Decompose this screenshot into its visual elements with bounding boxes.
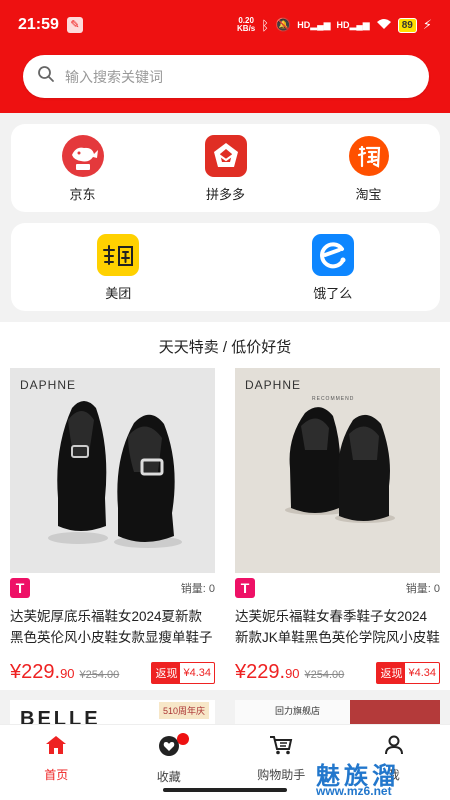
tab-label: 首页	[44, 768, 69, 782]
product-card[interactable]: DAPHNE RECOMMEND T 销量: 0 达芙妮乐福鞋女春季鞋子女202…	[235, 368, 440, 684]
sales-count: 销量: 0	[180, 583, 215, 595]
price-row: ¥229.90 ¥254.00 返现 ¥4.34	[10, 660, 215, 684]
platform-eleme[interactable]: 饿了么	[278, 223, 388, 302]
product-card-peek[interactable]: 回力旗舰店	[235, 700, 440, 724]
platform-label: 拼多多	[205, 187, 245, 202]
brand-subtitle: RECOMMEND	[312, 396, 355, 402]
rebate-badge: 返现 ¥4.34	[376, 662, 440, 684]
search-icon	[37, 65, 55, 88]
search-input[interactable]	[65, 68, 385, 85]
platform-pinduoduo[interactable]: 拼多多	[171, 124, 281, 203]
promo-badge: 510周年庆	[158, 702, 209, 719]
signal-icon-2: HD▂▄▆	[336, 19, 370, 30]
status-time: 21:59	[18, 16, 59, 33]
charging-icon: ⚡	[422, 17, 432, 32]
tmall-icon: T	[235, 578, 255, 598]
tab-home[interactable]: 首页	[0, 725, 113, 800]
watermark-url: www.mz6.net	[316, 784, 392, 798]
brand-logo: BELLE	[20, 708, 101, 724]
product-title[interactable]: 达芙妮乐福鞋女春季鞋子女2024新款JK单鞋黑色英伦学院风小皮鞋女	[235, 606, 440, 648]
brand-logo: DAPHNE	[245, 378, 302, 392]
product-image[interactable]: DAPHNE RECOMMEND	[235, 368, 440, 573]
platform-taobao[interactable]: 淘宝	[314, 124, 424, 203]
original-price: ¥254.00	[79, 669, 120, 681]
eleme-icon	[311, 234, 354, 276]
home-icon	[45, 735, 67, 760]
platform-jd[interactable]: 京东	[28, 124, 138, 203]
original-price: ¥254.00	[304, 669, 345, 681]
cart-icon	[269, 735, 293, 760]
platform-label: 美团	[105, 286, 132, 301]
platform-card-2: 美团 饿了么	[11, 223, 440, 311]
sales-count: 销量: 0	[405, 583, 440, 595]
home-indicator[interactable]	[163, 788, 287, 792]
signal-icon: HD▂▄▆	[297, 19, 331, 30]
mute-icon: 🔕	[275, 17, 292, 32]
tab-label: 购物助手	[257, 768, 306, 782]
product-image	[350, 700, 440, 724]
meituan-icon	[97, 234, 140, 276]
notification-dot	[176, 733, 189, 745]
taobao-icon	[348, 135, 390, 177]
rebate-badge: 返现 ¥4.34	[151, 662, 215, 684]
platform-label: 饿了么	[313, 286, 353, 301]
bluetooth-icon: ᛒ	[261, 17, 270, 33]
brand-logo: DAPHNE	[20, 378, 77, 392]
product-image[interactable]: DAPHNE	[10, 368, 215, 573]
pinduoduo-icon	[204, 135, 247, 177]
platform-label: 京东	[69, 187, 96, 202]
shoe-image	[48, 401, 182, 548]
status-icons: 0.20 KB/s ᛒ 🔕 HD▂▄▆ HD▂▄▆ 89 ⚡	[237, 17, 432, 33]
product-title[interactable]: 达芙妮厚底乐福鞋女2024夏新款黑色英伦风小皮鞋女款显瘦单鞋子女	[10, 606, 215, 648]
product-card-peek[interactable]: BELLE 510周年庆	[10, 700, 215, 724]
price: ¥229.90	[235, 661, 300, 683]
status-bar: 21:59 ✎ 0.20 KB/s ᛒ 🔕 HD▂▄▆ HD▂▄▆ 89 ⚡	[0, 0, 450, 50]
platform-meituan[interactable]: 美团	[63, 223, 173, 302]
product-meta: T 销量: 0	[10, 578, 215, 598]
tmall-icon: T	[10, 578, 30, 598]
section-title: 天天特卖 / 低价好货	[158, 339, 292, 356]
product-card[interactable]: DAPHNE T 销量: 0 达芙妮厚底乐福鞋女2024夏新款黑色英伦风小皮鞋女…	[10, 368, 215, 684]
product-meta: T 销量: 0	[235, 578, 440, 598]
price-row: ¥229.90 ¥254.00 返现 ¥4.34	[235, 660, 440, 684]
tab-label: 收藏	[156, 770, 181, 784]
deals-section: 天天特卖 / 低价好货 DAPHNE T 销量: 0 达芙妮厚底乐福鞋女2024…	[0, 322, 450, 690]
platform-card-1: 京东 拼多多 淘宝	[11, 124, 440, 212]
jd-icon	[61, 135, 104, 177]
net-speed: 0.20 KB/s	[237, 16, 256, 33]
store-label: 回力旗舰店	[275, 706, 321, 716]
wifi-icon	[376, 18, 392, 33]
battery-icon: 89	[397, 17, 417, 33]
price: ¥229.90	[10, 661, 75, 683]
search-bar[interactable]	[23, 55, 429, 98]
platform-label: 淘宝	[355, 187, 382, 202]
wrench-icon: ✎	[66, 17, 83, 33]
